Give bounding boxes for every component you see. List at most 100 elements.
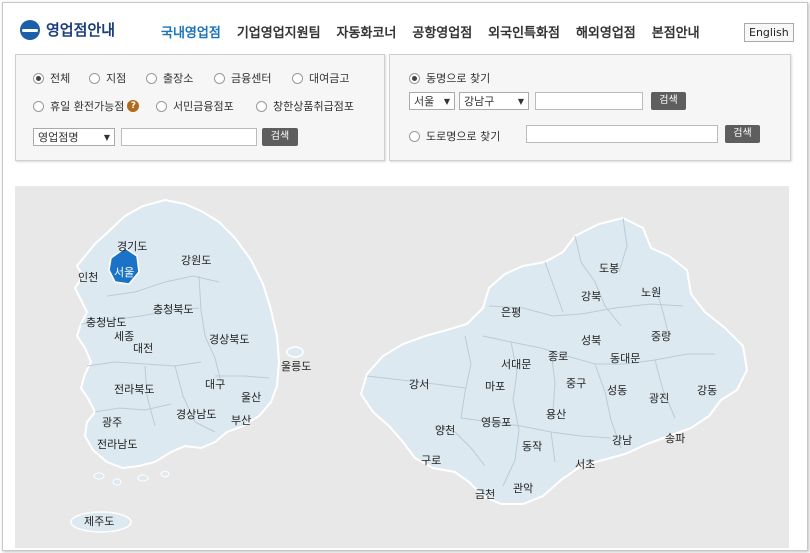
radio-dot [89,72,100,84]
radio-label: 금융센터 [231,72,272,85]
label-gangnam[interactable]: 강남 [612,432,632,448]
nav-head-office[interactable]: 본점안내 [652,22,700,41]
label-gwangju[interactable]: 광주 [102,414,122,430]
label-mapo[interactable]: 마포 [485,378,505,394]
radio-label: 전체 [50,72,71,85]
label-ulsan[interactable]: 울산 [241,389,261,405]
label-seongdong[interactable]: 성동 [607,382,627,398]
label-gyeonggi[interactable]: 경기도 [117,238,147,254]
radio-road-search[interactable]: 도로명으로 찾기 [409,128,500,144]
radio-dot [292,72,303,84]
nav-airport[interactable]: 공항영업점 [412,22,472,41]
radio-holiday-exchange[interactable]: 휴일 환전가능점? [33,98,140,114]
label-yeongdeungpo[interactable]: 영등포 [481,414,511,430]
label-junggu[interactable]: 중구 [566,375,586,391]
help-icon[interactable]: ? [127,100,140,112]
label-songpa[interactable]: 송파 [665,430,685,446]
radio-label: 지점 [106,72,127,85]
label-gyeongbuk[interactable]: 경상북도 [209,331,249,347]
radio-microfinance[interactable]: 서민금융점포 [156,98,234,114]
label-jongno[interactable]: 종로 [548,348,568,364]
city-value: 서울 [414,95,435,108]
label-gangdong[interactable]: 강동 [697,382,717,398]
radio-label: 대여금고 [309,72,350,85]
label-jeju[interactable]: 제주도 [84,513,114,529]
label-dongdaemun[interactable]: 동대문 [610,350,640,366]
label-jungnang[interactable]: 중랑 [651,328,671,344]
radio-finance-center[interactable]: 금융센터 [214,70,271,86]
label-dobong[interactable]: 도봉 [599,260,619,276]
label-sejong[interactable]: 세종 [114,328,134,344]
radio-dong-search[interactable]: 동명으로 찾기 [409,70,490,86]
branch-filter-panel: 전체 지점 출장소 금융센터 대여금고 휴일 환전가능점? 서민금융점포 창한상… [15,54,385,161]
label-yongsan[interactable]: 용산 [546,406,566,422]
nav-overseas[interactable]: 해외영업점 [576,22,636,41]
radio-dot [33,72,44,84]
radio-dot [256,100,267,112]
label-nowon[interactable]: 노원 [641,284,661,300]
search-type-select[interactable]: 영업점명 ▼ [33,128,115,146]
label-daejeon[interactable]: 대전 [133,340,153,356]
label-gwanak[interactable]: 관악 [513,480,533,496]
radio-dot [33,100,44,112]
road-input[interactable] [526,125,718,143]
label-gangseo[interactable]: 강서 [409,376,429,392]
island-shape [112,478,122,486]
radio-label: 출장소 [163,72,194,85]
chevron-down-icon: ▼ [443,97,450,106]
radio-dot [214,72,225,84]
label-geumcheon[interactable]: 금천 [475,486,495,502]
header: 영업점안내 국내영업점 기업영업지원팀 자동화코너 공항영업점 외국인특화점 해… [3,3,807,53]
city-select[interactable]: 서울 ▼ [409,92,455,110]
radio-sub-branch[interactable]: 출장소 [146,70,193,86]
main-nav: 국내영업점 기업영업지원팀 자동화코너 공항영업점 외국인특화점 해외영업점 본… [161,22,716,41]
dong-search-button[interactable]: 검색 [651,92,686,110]
label-incheon[interactable]: 인천 [78,269,98,285]
label-dongjak[interactable]: 동작 [522,438,542,454]
label-eunpyeong[interactable]: 은평 [501,304,521,320]
label-seocho[interactable]: 서초 [575,456,595,472]
radio-dot [409,130,420,142]
label-gyeongnam[interactable]: 경상남도 [176,406,216,422]
district-select[interactable]: 강남구 ▼ [459,92,529,110]
radio-label: 서민금융점포 [173,100,234,113]
radio-dot [146,72,157,84]
radio-label: 휴일 환전가능점 [50,100,125,113]
nav-foreigner[interactable]: 외국인특화점 [488,22,560,41]
radio-all[interactable]: 전체 [33,70,70,86]
chevron-down-icon: ▼ [103,133,110,142]
nav-corporate[interactable]: 기업영업지원팀 [237,22,321,41]
branch-search-button[interactable]: 검색 [262,128,298,146]
nav-atm[interactable]: 자동화코너 [337,22,397,41]
island-shape [137,474,149,482]
radio-safe-box[interactable]: 대여금고 [292,70,349,86]
radio-label: 도로명으로 찾기 [426,130,501,143]
label-gangwon[interactable]: 강원도 [181,252,211,268]
logo[interactable]: 영업점안내 [20,19,115,40]
search-type-value: 영업점명 [38,131,79,144]
radio-branch[interactable]: 지점 [89,70,126,86]
dong-input[interactable] [535,92,643,110]
branch-name-input[interactable] [121,128,257,146]
label-ulleungdo[interactable]: 울릉도 [281,358,311,374]
english-button[interactable]: English [744,23,794,42]
label-yangcheon[interactable]: 양천 [435,422,455,438]
road-search-button[interactable]: 검색 [725,125,760,143]
radio-product-branch[interactable]: 창한상품취급점포 [256,98,354,114]
label-seongbuk[interactable]: 성북 [581,332,601,348]
ulleungdo-shape[interactable] [286,346,304,358]
radio-label: 동명으로 찾기 [426,72,491,85]
label-jeonnam[interactable]: 전라남도 [97,436,137,452]
label-guro[interactable]: 구로 [421,452,441,468]
nav-domestic[interactable]: 국내영업점 [161,22,221,41]
label-gwangjin[interactable]: 광진 [649,390,669,406]
label-gangbuk[interactable]: 강북 [581,288,601,304]
page-frame: 영업점안내 국내영업점 기업영업지원팀 자동화코너 공항영업점 외국인특화점 해… [2,2,808,551]
label-chungbuk[interactable]: 충청북도 [153,301,193,317]
label-seoul[interactable]: 서울 [114,264,134,280]
label-seodaemun[interactable]: 서대문 [501,356,531,372]
label-jeonbuk[interactable]: 전라북도 [114,381,154,397]
label-daegu[interactable]: 대구 [205,376,225,392]
radio-dot [409,72,420,84]
label-busan[interactable]: 부산 [231,412,251,428]
